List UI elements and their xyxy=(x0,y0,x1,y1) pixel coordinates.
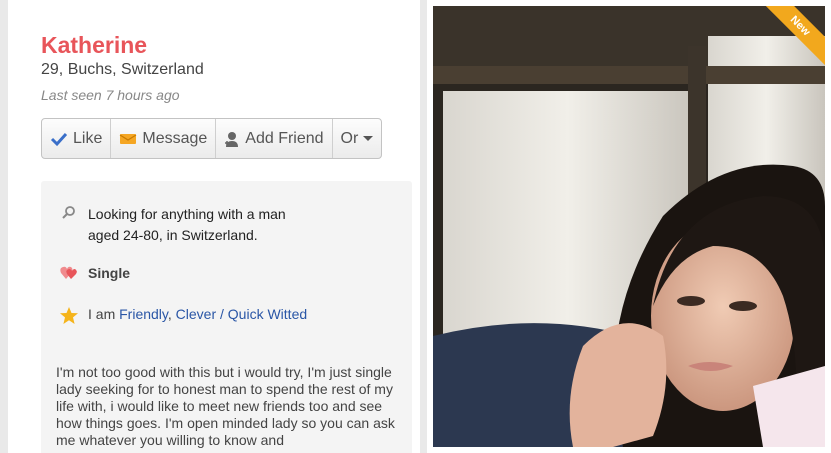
message-button[interactable]: Message xyxy=(111,119,217,158)
trait-link-friendly[interactable]: Friendly xyxy=(119,306,168,322)
trait-link-clever[interactable]: Clever / Quick Witted xyxy=(176,306,307,322)
relationship-status-row: Single xyxy=(60,265,130,281)
traits-prefix: I am xyxy=(88,306,116,322)
add-friend-button[interactable]: Add Friend xyxy=(216,119,333,158)
like-button[interactable]: Like xyxy=(42,119,112,158)
profile-photo-frame: New xyxy=(427,0,831,453)
photo-illustration xyxy=(433,6,825,447)
or-label: Or xyxy=(340,129,359,147)
traits-row: I am Friendly, Clever / Quick Witted xyxy=(60,306,307,324)
caret-down-icon xyxy=(363,135,374,141)
profile-photo[interactable]: New xyxy=(433,6,825,447)
relationship-status-text: Single xyxy=(88,265,131,281)
looking-for-text: Looking for anything with a man aged 24-… xyxy=(88,206,286,243)
add-friend-label: Add Friend xyxy=(245,129,324,147)
action-button-group: Like Message Add Friend Or xyxy=(41,118,383,159)
last-seen-text: Last seen 7 hours ago xyxy=(41,87,180,103)
add-person-icon xyxy=(225,131,239,147)
profile-name[interactable]: Katherine xyxy=(41,32,147,59)
details-box: Looking for anything with a man aged 24-… xyxy=(41,181,412,453)
message-label: Message xyxy=(142,129,208,147)
like-label: Like xyxy=(73,129,103,147)
traits-text: I am Friendly, Clever / Quick Witted xyxy=(88,306,307,322)
looking-for-row: Looking for anything with a man aged 24-… xyxy=(60,204,318,246)
or-dropdown-button[interactable]: Or xyxy=(333,119,382,158)
search-icon xyxy=(60,204,78,219)
envelope-icon xyxy=(120,133,137,144)
star-icon xyxy=(60,306,78,324)
profile-location: 29, Buchs, Switzerland xyxy=(41,61,204,78)
checkmark-icon xyxy=(50,132,68,146)
hearts-icon xyxy=(60,265,78,280)
profile-info-panel: Katherine 29, Buchs, Switzerland Last se… xyxy=(8,0,420,453)
trait-separator: , xyxy=(167,306,172,322)
profile-page: Katherine 29, Buchs, Switzerland Last se… xyxy=(0,0,831,453)
bio-text: I'm not too good with this but i would t… xyxy=(56,364,395,448)
